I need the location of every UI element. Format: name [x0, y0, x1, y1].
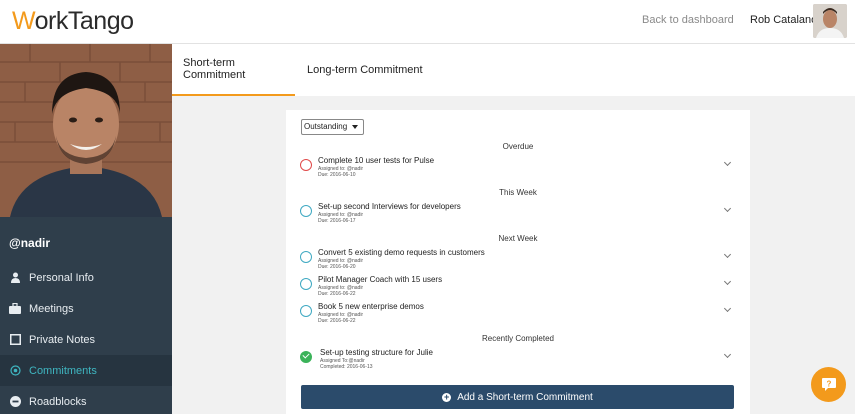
sidebar-item-label: Private Notes	[29, 333, 96, 346]
check-circle-icon[interactable]	[300, 351, 312, 363]
commitment-item[interactable]: Book 5 new enterprise demos Assigned to:…	[300, 300, 732, 326]
sidebar-item-label: Meetings	[29, 302, 74, 315]
sidebar-item-private-notes[interactable]: Private Notes	[0, 324, 172, 355]
commitment-title: Complete 10 user tests for Pulse	[318, 156, 435, 165]
user-avatar[interactable]	[813, 4, 847, 38]
commitment-title: Convert 5 existing demo requests in cust…	[318, 248, 485, 257]
sidebar-item-personal-info[interactable]: Personal Info	[0, 262, 172, 293]
chevron-down-icon[interactable]	[723, 304, 732, 313]
section-title-recently-completed: Recently Completed	[481, 334, 555, 343]
chevron-down-icon[interactable]	[723, 158, 732, 167]
commitments-card: Outstanding Overdue Complete 10 user tes…	[286, 110, 750, 414]
tab-short-term[interactable]: Short-term Commitment	[172, 44, 295, 96]
section-title-next-week: Next Week	[498, 234, 538, 243]
profile-sidebar: @nadir Personal Info Meetings Private No…	[0, 44, 172, 414]
sidebar-item-label: Personal Info	[29, 271, 94, 284]
sidebar-item-roadblocks[interactable]: Roadblocks	[0, 386, 172, 414]
section-title-overdue: Overdue	[502, 142, 534, 151]
plus-circle-icon: +	[442, 391, 452, 402]
commitment-title: Book 5 new enterprise demos	[318, 302, 424, 311]
person-icon	[9, 272, 21, 284]
help-chat-icon: ?	[821, 377, 836, 391]
status-circle-icon[interactable]	[300, 305, 312, 317]
status-circle-icon[interactable]	[300, 278, 312, 290]
worktango-logo[interactable]: WorkTango	[12, 7, 134, 36]
commitment-title: Pilot Manager Coach with 15 users	[318, 275, 443, 284]
commitment-date: Due: 2016-06-20	[318, 264, 356, 270]
commitment-item[interactable]: Pilot Manager Coach with 15 users Assign…	[300, 273, 732, 299]
commitment-date: Due: 2016-06-17	[318, 218, 356, 224]
commitment-item[interactable]: Set-up testing structure for Julie Assig…	[300, 346, 732, 372]
minus-circle-icon	[9, 396, 21, 408]
top-header: WorkTango Back to dashboard Rob Catalano	[0, 0, 855, 44]
commitment-item[interactable]: Set-up second Interviews for developers …	[300, 200, 732, 226]
commitment-tabs: Short-term Commitment Long-term Commitme…	[172, 44, 855, 96]
status-circle-icon[interactable]	[300, 159, 312, 171]
chevron-down-icon[interactable]	[723, 277, 732, 286]
commitment-date: Due: 2016-06-22	[318, 318, 356, 324]
target-icon	[9, 365, 21, 377]
help-chat-button[interactable]: ?	[811, 367, 846, 402]
commitment-date: Completed: 2016-06-13	[320, 364, 373, 370]
section-title-this-week: This Week	[499, 188, 537, 197]
note-icon	[9, 334, 21, 346]
sidebar-item-meetings[interactable]: Meetings	[0, 293, 172, 324]
commitment-date: Due: 2016-06-10	[318, 172, 356, 178]
commitment-item[interactable]: Convert 5 existing demo requests in cust…	[300, 246, 732, 272]
chevron-down-icon[interactable]	[723, 204, 732, 213]
commitment-title: Set-up testing structure for Julie	[320, 348, 433, 357]
sidebar-item-label: Commitments	[29, 364, 97, 377]
current-user-name[interactable]: Rob Catalano	[750, 14, 817, 26]
commitment-date: Due: 2016-06-22	[318, 291, 356, 297]
back-to-dashboard-link[interactable]: Back to dashboard	[642, 14, 734, 26]
chevron-down-icon[interactable]	[723, 350, 732, 359]
status-circle-icon[interactable]	[300, 205, 312, 217]
sidebar-item-label: Roadblocks	[29, 395, 87, 408]
profile-handle: @nadir	[9, 236, 51, 250]
commitment-title: Set-up second Interviews for developers	[318, 202, 461, 211]
caret-down-icon	[352, 125, 358, 129]
briefcase-icon	[9, 303, 21, 315]
svg-text:?: ?	[826, 379, 831, 388]
commitment-item[interactable]: Complete 10 user tests for Pulse Assigne…	[300, 154, 732, 180]
sidebar-item-commitments[interactable]: Commitments	[0, 355, 172, 386]
chevron-down-icon[interactable]	[723, 250, 732, 259]
status-filter-select[interactable]: Outstanding	[301, 119, 364, 135]
status-circle-icon[interactable]	[300, 251, 312, 263]
tab-long-term[interactable]: Long-term Commitment	[307, 44, 423, 96]
add-short-term-commitment-button[interactable]: + Add a Short-term Commitment	[301, 385, 734, 409]
profile-photo	[0, 44, 172, 217]
